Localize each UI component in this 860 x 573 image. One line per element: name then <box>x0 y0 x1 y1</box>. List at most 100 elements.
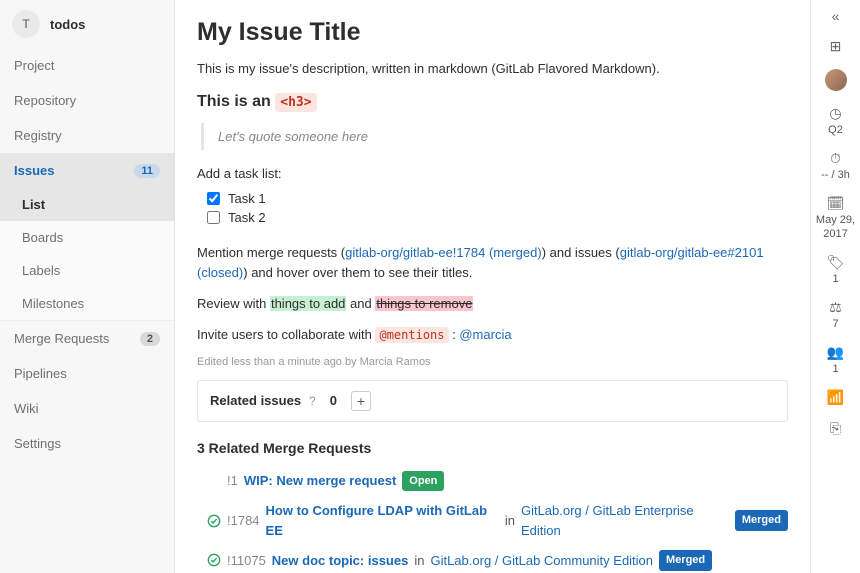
scale-icon: ⚖ <box>829 299 842 316</box>
sidebar-label: Pipelines <box>14 366 67 381</box>
users-icon: 👥 <box>827 344 844 361</box>
mr-title-link[interactable]: How to Configure LDAP with GitLab EE <box>266 501 499 540</box>
chevron-left-icon: « <box>832 8 840 24</box>
issues-count-badge: 11 <box>134 164 160 178</box>
mr-row: !1 WIP: New merge request Open <box>197 466 788 497</box>
subnav-boards[interactable]: Boards <box>0 221 174 254</box>
text: Review with <box>197 296 270 311</box>
blockquote: Let's quote someone here <box>201 123 788 150</box>
invite-paragraph: Invite users to collaborate with @mentio… <box>197 325 788 346</box>
help-icon[interactable]: ? <box>309 394 316 408</box>
text: ) and issues ( <box>542 245 620 260</box>
right-sidebar: « ⊞ ◷Q2 ⏱-- / 3h 🗓May 29,2017 🏷1 ⚖7 👥1 📶… <box>810 0 860 573</box>
avatar <box>825 69 847 91</box>
text: in <box>414 551 424 571</box>
sidebar-label: Wiki <box>14 401 39 416</box>
labels-button[interactable]: 🏷1 <box>827 254 845 285</box>
participants-button[interactable]: 👥1 <box>827 344 844 375</box>
add-related-issue-button[interactable]: + <box>351 391 371 411</box>
text: in <box>505 511 515 531</box>
time-tracking-button[interactable]: ⏱ -- / 3h <box>821 150 850 181</box>
add-todo-button[interactable]: ⊞ <box>830 38 842 55</box>
sidebar-item-repository[interactable]: Repository <box>0 83 174 118</box>
edited-meta: Edited less than a minute ago by Marcia … <box>197 356 788 368</box>
user-mention-link[interactable]: @marcia <box>459 327 511 342</box>
mr-row: !1784 How to Configure LDAP with GitLab … <box>197 496 788 545</box>
diff-deletion: things to remove <box>375 296 473 311</box>
sidebar-item-wiki[interactable]: Wiki <box>0 391 174 426</box>
sidebar-label: Repository <box>14 93 76 108</box>
related-issues-panel: Related issues ? 0 + <box>197 380 788 422</box>
check-circle-icon <box>207 514 221 528</box>
sidebar-item-issues[interactable]: Issues 11 <box>0 153 174 188</box>
subnav-labels[interactable]: Labels <box>0 254 174 287</box>
sidebar-item-project[interactable]: Project <box>0 48 174 83</box>
task-list: Task 1 Task 2 <box>207 189 788 227</box>
h3-prefix: This is an <box>197 93 275 110</box>
calendar-icon: 🗓 <box>827 195 845 212</box>
sidebar-label: Settings <box>14 436 61 451</box>
sidebar-label: Merge Requests <box>14 331 109 346</box>
due-date-button[interactable]: 🗓 May 29, 2017 <box>816 195 855 240</box>
tag-icon: 🏷 <box>827 254 845 271</box>
project-name: todos <box>50 17 85 32</box>
mr-row: !11075 New doc topic: issues in GitLab.o… <box>197 545 788 573</box>
task-list-intro: Add a task list: <box>197 166 788 181</box>
mr-reference-link[interactable]: gitlab-org/gitlab-ee!1784 (merged) <box>345 245 542 260</box>
mr-id: !1 <box>227 471 238 491</box>
date-line1: May 29, <box>816 214 855 226</box>
related-issues-title: Related issues <box>210 393 301 408</box>
sidebar-label: Issues <box>14 163 54 178</box>
task-label: Task 2 <box>228 210 266 225</box>
rss-icon: 📶 <box>827 389 844 406</box>
mention-paragraph: Mention merge requests (gitlab-org/gitla… <box>197 243 788 285</box>
copy-icon: ⎘ <box>830 420 841 437</box>
task-item: Task 2 <box>207 208 788 227</box>
date-line2: 2017 <box>823 228 847 240</box>
h3-code-tag: <h3> <box>275 93 316 112</box>
sidebar-item-registry[interactable]: Registry <box>0 118 174 153</box>
subnav-milestones[interactable]: Milestones <box>0 287 174 320</box>
mr-id: !1784 <box>227 511 260 531</box>
sidebar-item-pipelines[interactable]: Pipelines <box>0 356 174 391</box>
issue-main: My Issue Title This is my issue's descri… <box>175 0 810 573</box>
notifications-button[interactable]: 📶 <box>827 389 844 406</box>
status-badge-merged: Merged <box>659 550 712 571</box>
sidebar-item-settings[interactable]: Settings <box>0 426 174 461</box>
assignee-avatar[interactable] <box>825 69 847 91</box>
review-paragraph: Review with things to add and things to … <box>197 294 788 315</box>
milestone-button[interactable]: ◷ Q2 <box>828 105 843 136</box>
mr-title-link[interactable]: New doc topic: issues <box>272 551 409 571</box>
text: and <box>346 296 375 311</box>
copy-reference-button[interactable]: ⎘ <box>830 420 841 437</box>
project-header[interactable]: T todos <box>0 0 174 48</box>
plus-square-icon: ⊞ <box>830 38 842 55</box>
project-avatar: T <box>12 10 40 38</box>
task-checkbox-2[interactable] <box>207 211 220 224</box>
participants-count: 1 <box>832 363 838 375</box>
mr-title-link[interactable]: WIP: New merge request <box>244 471 396 491</box>
related-mrs-title: 3 Related Merge Requests <box>197 440 788 456</box>
h3-heading: This is an <h3> <box>197 93 788 111</box>
weight-button[interactable]: ⚖7 <box>829 299 842 330</box>
check-circle-icon <box>207 553 221 567</box>
mr-project-link[interactable]: GitLab.org / GitLab Enterprise Edition <box>521 501 729 540</box>
subnav-list[interactable]: List <box>0 188 174 221</box>
sidebar-item-merge-requests[interactable]: Merge Requests 2 <box>0 320 174 356</box>
text: Mention merge requests ( <box>197 245 345 260</box>
task-label: Task 1 <box>228 191 266 206</box>
text: : <box>449 327 460 342</box>
task-checkbox-1[interactable] <box>207 192 220 205</box>
milestone-label: Q2 <box>828 124 843 136</box>
stopwatch-icon: ⏱ <box>830 150 841 167</box>
mr-project-link[interactable]: GitLab.org / GitLab Community Edition <box>430 551 653 571</box>
mr-count-badge: 2 <box>140 332 160 346</box>
issue-description: This is my issue's description, written … <box>197 59 788 79</box>
left-sidebar: T todos Project Repository Registry Issu… <box>0 0 175 573</box>
text: ) and hover over them to see their title… <box>243 265 472 280</box>
status-badge-merged: Merged <box>735 510 788 531</box>
clock-icon: ◷ <box>829 105 841 122</box>
collapse-sidebar-button[interactable]: « <box>832 8 840 24</box>
diff-addition: things to add <box>270 296 346 311</box>
time-label: -- / 3h <box>821 169 850 181</box>
